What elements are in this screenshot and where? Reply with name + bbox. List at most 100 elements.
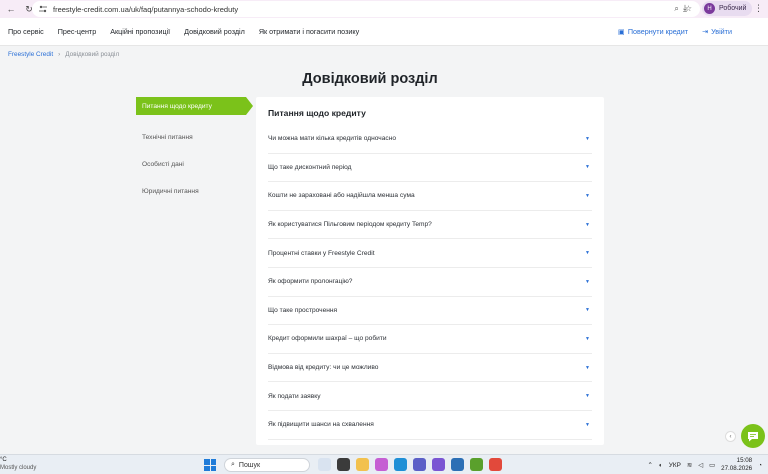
faq-list: Чи можна мати кілька кредитів одночасно ▼… bbox=[268, 125, 592, 440]
caret-down-icon: ▼ bbox=[585, 393, 590, 400]
sidebar-item-label: Особисті дані bbox=[142, 161, 184, 168]
profile-button[interactable]: Н Робочий bbox=[702, 1, 753, 16]
faq-item[interactable]: Відмова від кредиту: чи це можливо ▼ bbox=[268, 354, 592, 383]
clock-time: 15:08 bbox=[736, 457, 753, 464]
avatar: Н bbox=[704, 3, 715, 14]
battery-icon[interactable]: ▭ bbox=[709, 461, 715, 469]
edge-browser-icon[interactable] bbox=[394, 458, 407, 471]
copilot-icon[interactable] bbox=[375, 458, 388, 471]
download-icon[interactable]: ⤓ bbox=[683, 3, 687, 14]
sidebar-item-label: Питання щодо кредиту bbox=[142, 102, 212, 110]
chat-bubble-icon bbox=[748, 431, 758, 441]
faq-question: Як подати заявку bbox=[268, 392, 321, 400]
nav-press[interactable]: Прес-центр bbox=[58, 27, 96, 36]
faq-item[interactable]: Що таке прострочення ▼ bbox=[268, 297, 592, 326]
caret-down-icon: ▼ bbox=[585, 307, 590, 314]
return-credit-link[interactable]: ▣ Повернути кредит bbox=[618, 27, 688, 36]
faq-category-sidebar: Питання щодо кредиту Технічні питання Ос… bbox=[136, 97, 253, 205]
faq-item[interactable]: Кредит оформили шахраї – що робити ▼ bbox=[268, 325, 592, 354]
faq-question: Кредит оформили шахраї – що робити bbox=[268, 335, 387, 343]
weather-widget[interactable]: °C Mostly cloudy bbox=[0, 456, 36, 472]
faq-question: Як користуватися Пільговим періодом кред… bbox=[268, 221, 432, 229]
address-bar[interactable]: freestyle-credit.com.ua/uk/faq/putannya-… bbox=[32, 1, 700, 17]
login-link[interactable]: ⇥ Увійти bbox=[702, 27, 732, 36]
teams-icon[interactable] bbox=[413, 458, 426, 471]
breadcrumb-current: Довідковий розділ bbox=[65, 51, 120, 58]
nav-about[interactable]: Про сервіс bbox=[8, 27, 44, 36]
caret-down-icon: ▼ bbox=[585, 192, 590, 199]
app-icon[interactable] bbox=[432, 458, 445, 471]
sidebar-item-label: Технічні питання bbox=[142, 134, 193, 141]
torrent-app-icon[interactable] bbox=[470, 458, 483, 471]
url-text[interactable]: freestyle-credit.com.ua/uk/faq/putannya-… bbox=[53, 5, 238, 14]
caret-down-icon: ▼ bbox=[585, 164, 590, 171]
faq-item[interactable]: Як подати заявку ▼ bbox=[268, 382, 592, 411]
clock[interactable]: 15:08 27.08.2026 bbox=[721, 457, 752, 473]
weather-status: Mostly cloudy bbox=[0, 465, 37, 471]
faq-question: Що таке дисконтний період bbox=[268, 163, 352, 171]
caret-down-icon: ▼ bbox=[585, 221, 590, 228]
os-taskbar: °C Mostly cloudy ⌕ Пошук ⌃ ◐ УКР ≋ ◁ ▭ 1… bbox=[0, 454, 768, 474]
caret-down-icon: ▼ bbox=[585, 421, 590, 428]
chrome-browser-icon[interactable] bbox=[489, 458, 502, 471]
page-title: Довідковий розділ bbox=[302, 71, 438, 87]
caret-down-icon: ▼ bbox=[585, 364, 590, 371]
widgets-app-icon[interactable] bbox=[318, 458, 331, 471]
nav-how-to[interactable]: Як отримати і погасити позику bbox=[259, 27, 359, 36]
wallet-icon: ▣ bbox=[618, 27, 625, 36]
breadcrumb-separator: › bbox=[58, 51, 61, 58]
site-info-icon[interactable] bbox=[38, 4, 48, 14]
taskbar-search-label: Пошук bbox=[238, 461, 261, 469]
file-explorer-icon[interactable] bbox=[356, 458, 369, 471]
faq-item[interactable]: Процентні ставки у Freestyle Credit ▼ bbox=[268, 239, 592, 268]
sidebar-item-technical[interactable]: Технічні питання bbox=[136, 124, 246, 151]
task-view-icon[interactable] bbox=[337, 458, 350, 471]
profile-label: Робочий bbox=[719, 5, 747, 12]
windows-start-icon[interactable] bbox=[204, 459, 216, 471]
back-icon[interactable]: ← bbox=[4, 2, 18, 16]
faq-question: Процентні ставки у Freestyle Credit bbox=[268, 249, 375, 257]
notifications-icon[interactable]: ◔ bbox=[758, 462, 762, 469]
wifi-icon[interactable]: ≋ bbox=[687, 461, 692, 469]
sidebar-item-personal-data[interactable]: Особисті дані bbox=[136, 151, 246, 178]
faq-item[interactable]: Як підвищити шанси на схвалення ▼ bbox=[268, 411, 592, 440]
search-icon: ⌕ bbox=[231, 461, 235, 468]
browser-toolbar: ← ↻ freestyle-credit.com.ua/uk/faq/putan… bbox=[0, 0, 768, 18]
faq-question: Відмова від кредиту: чи це можливо bbox=[268, 364, 379, 372]
sidebar-item-credit-questions[interactable]: Питання щодо кредиту bbox=[136, 97, 253, 115]
store-icon[interactable] bbox=[451, 458, 464, 471]
taskbar-apps bbox=[318, 458, 502, 471]
tray-app-icon[interactable]: ◐ bbox=[659, 462, 663, 469]
chevron-left-icon[interactable]: ‹ bbox=[725, 431, 736, 442]
faq-question: Чи можна мати кілька кредитів одночасно bbox=[268, 135, 397, 143]
return-credit-label: Повернути кредит bbox=[627, 27, 689, 36]
login-icon: ⇥ bbox=[702, 27, 709, 36]
caret-down-icon: ▼ bbox=[585, 335, 590, 342]
language-indicator[interactable]: УКР bbox=[669, 462, 681, 469]
chat-button[interactable] bbox=[741, 424, 765, 448]
faq-card: Питання щодо кредиту Чи можна мати кільк… bbox=[256, 97, 604, 445]
faq-question: Як оформити пролонгацію? bbox=[268, 278, 353, 286]
sidebar-item-legal[interactable]: Юридичні питання bbox=[136, 178, 246, 205]
faq-item[interactable]: Як користуватися Пільговим періодом кред… bbox=[268, 211, 592, 240]
caret-down-icon: ▼ bbox=[585, 135, 590, 142]
chevron-up-icon[interactable]: ⌃ bbox=[648, 461, 653, 469]
nav-help[interactable]: Довідковий розділ bbox=[184, 27, 245, 36]
faq-item[interactable]: Чи можна мати кілька кредитів одночасно ▼ bbox=[268, 125, 592, 154]
faq-item[interactable]: Як оформити пролонгацію? ▼ bbox=[268, 268, 592, 297]
sidebar-item-label: Юридичні питання bbox=[142, 188, 199, 195]
zoom-icon[interactable]: ⌕ bbox=[674, 4, 678, 14]
faq-question: Кошти не зараховані або надійшла менша с… bbox=[268, 192, 415, 200]
clock-date: 27.08.2026 bbox=[721, 465, 753, 472]
faq-item[interactable]: Кошти не зараховані або надійшла менша с… bbox=[268, 182, 592, 211]
faq-section-title: Питання щодо кредиту bbox=[268, 108, 366, 118]
caret-down-icon: ▼ bbox=[585, 278, 590, 285]
nav-promotions[interactable]: Акційні пропозиції bbox=[110, 27, 170, 36]
caret-down-icon: ▼ bbox=[585, 250, 590, 257]
browser-menu-icon[interactable]: ⋮ bbox=[754, 3, 763, 14]
speaker-icon[interactable]: ◁ bbox=[698, 461, 703, 469]
breadcrumb-home[interactable]: Freestyle Credit bbox=[8, 51, 53, 58]
faq-item[interactable]: Що таке дисконтний період ▼ bbox=[268, 154, 592, 183]
taskbar-search[interactable]: ⌕ Пошук bbox=[224, 458, 310, 472]
weather-temperature: °C bbox=[0, 457, 7, 463]
